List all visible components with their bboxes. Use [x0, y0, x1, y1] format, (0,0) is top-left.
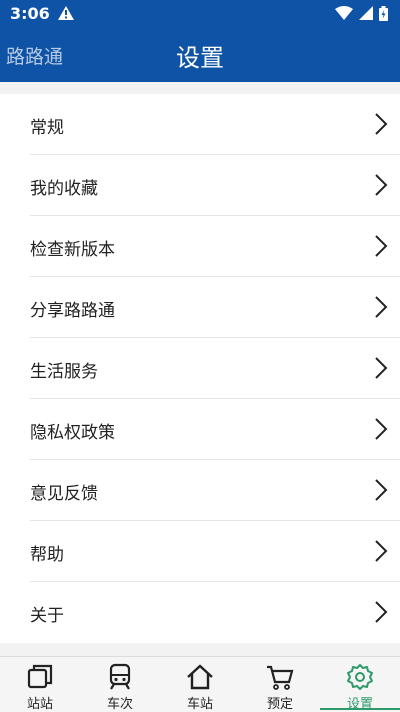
- settings-item-life-services[interactable]: 生活服务: [0, 338, 400, 399]
- signal-icon: [359, 6, 373, 20]
- tab-train[interactable]: 车次: [80, 657, 160, 712]
- chevron-right-icon: [375, 113, 388, 135]
- warning-icon: [57, 6, 74, 20]
- chevron-right-icon: [375, 296, 388, 318]
- status-time: 3:06: [10, 3, 50, 23]
- settings-item-feedback[interactable]: 意见反馈: [0, 460, 400, 521]
- tab-booking[interactable]: 预定: [240, 657, 320, 712]
- chevron-right-icon: [375, 235, 388, 257]
- bottom-tab-bar: 站站 车次 车站 预定 设置: [0, 656, 400, 712]
- tab-label: 预定: [266, 697, 293, 712]
- tab-label: 车站: [186, 697, 213, 712]
- tab-station[interactable]: 车站: [160, 657, 240, 712]
- settings-item-help[interactable]: 帮助: [0, 521, 400, 582]
- app-bar: 路路通 设置: [0, 26, 400, 82]
- active-tab-indicator: [320, 708, 400, 710]
- chevron-right-icon: [375, 357, 388, 379]
- gear-icon: [347, 664, 373, 690]
- tab-station-to-station[interactable]: 站站: [0, 657, 80, 712]
- home-icon: [187, 664, 213, 690]
- chevron-right-icon: [375, 540, 388, 562]
- settings-item-label: 分享路路通: [30, 301, 115, 321]
- settings-item-check-update[interactable]: 检查新版本: [0, 216, 400, 277]
- tab-label: 站站: [26, 697, 53, 712]
- page-title: 设置: [176, 44, 224, 72]
- settings-item-label: 常规: [30, 118, 64, 138]
- tab-label: 车次: [106, 697, 133, 712]
- settings-item-label: 隐私权政策: [30, 423, 115, 443]
- status-left: 3:06: [10, 4, 74, 23]
- settings-item-about[interactable]: 关于: [0, 582, 400, 643]
- status-right: [335, 5, 388, 21]
- settings-item-label: 我的收藏: [30, 179, 98, 199]
- chevron-right-icon: [375, 174, 388, 196]
- settings-item-label: 意见反馈: [30, 484, 98, 504]
- cart-icon: [267, 665, 294, 690]
- settings-item-label: 关于: [30, 606, 64, 626]
- chevron-right-icon: [375, 601, 388, 623]
- status-bar: 3:06: [0, 0, 400, 26]
- tab-settings[interactable]: 设置: [320, 657, 400, 712]
- settings-item-favorites[interactable]: 我的收藏: [0, 155, 400, 216]
- wifi-icon: [335, 6, 353, 20]
- settings-item-general[interactable]: 常规: [0, 94, 400, 155]
- settings-item-label: 生活服务: [30, 362, 98, 382]
- settings-item-privacy[interactable]: 隐私权政策: [0, 399, 400, 460]
- chevron-right-icon: [375, 418, 388, 440]
- settings-list: 常规 我的收藏 检查新版本 分享路路通 生活服务 隐私权政策 意见反馈 帮助 关: [0, 94, 400, 643]
- train-icon: [109, 663, 131, 690]
- chevron-right-icon: [375, 479, 388, 501]
- settings-item-label: 帮助: [30, 545, 64, 565]
- battery-icon: [379, 5, 388, 21]
- settings-item-share[interactable]: 分享路路通: [0, 277, 400, 338]
- settings-item-label: 检查新版本: [30, 240, 115, 260]
- cards-icon: [27, 664, 53, 689]
